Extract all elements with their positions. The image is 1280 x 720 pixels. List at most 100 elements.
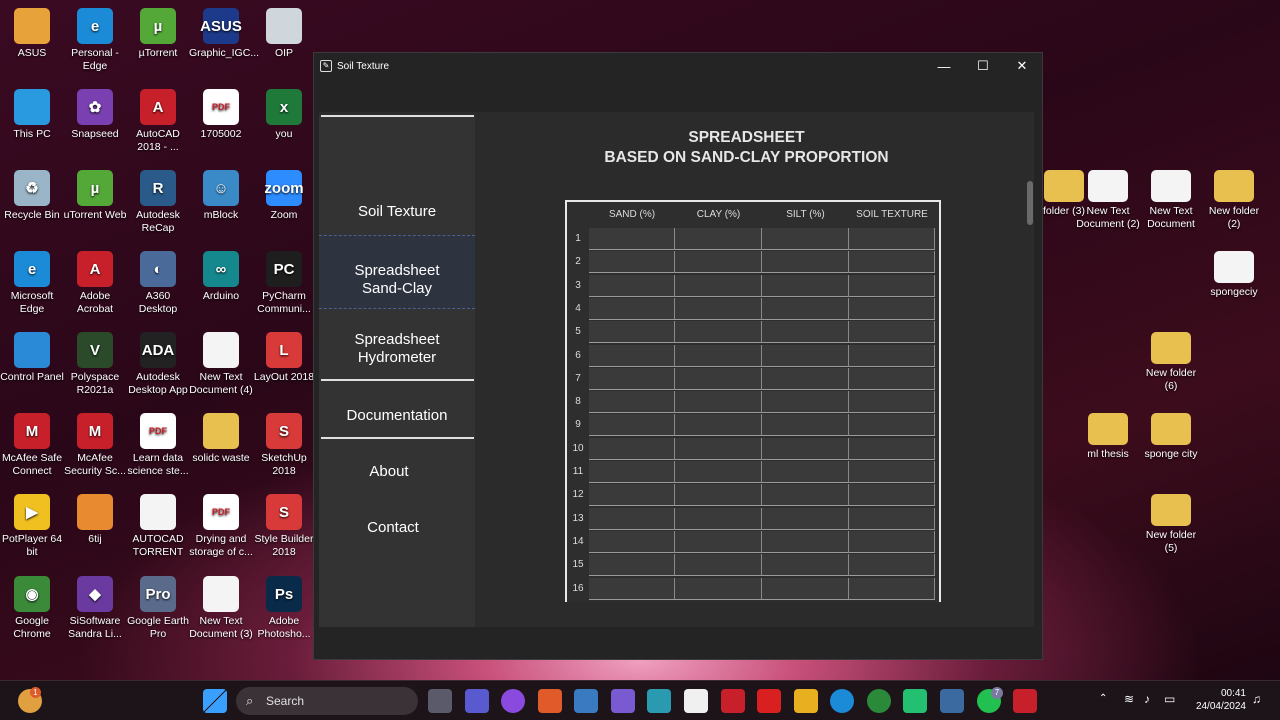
table-cell[interactable] — [589, 274, 675, 297]
desktop-icon[interactable]: 6tij — [63, 494, 127, 546]
file-icon[interactable] — [684, 689, 708, 713]
desktop-icon[interactable]: Pro Google Earth Pro — [126, 576, 190, 641]
table-cell[interactable] — [849, 530, 935, 553]
desktop-icon[interactable]: This PC — [0, 89, 64, 141]
desktop-icon[interactable]: S Style Builder 2018 — [252, 494, 316, 559]
desktop-icon[interactable]: OIP — [252, 8, 316, 60]
desktop-icon[interactable]: Ps Adobe Photosho... — [252, 576, 316, 641]
table-cell[interactable] — [762, 414, 849, 437]
table-cell[interactable] — [589, 251, 675, 274]
desktop-icon[interactable]: New folder (6) — [1139, 332, 1203, 393]
desktop-icon[interactable]: ∞ Arduino — [189, 251, 253, 303]
table-cell[interactable] — [589, 344, 675, 367]
table-cell[interactable] — [589, 228, 675, 250]
table-cell[interactable] — [849, 554, 935, 577]
table-cell[interactable] — [675, 344, 762, 367]
desktop-icon[interactable]: M McAfee Safe Connect — [0, 413, 64, 478]
close-button[interactable]: ✕ — [1003, 53, 1041, 79]
table-cell[interactable] — [589, 554, 675, 577]
table-cell[interactable] — [589, 437, 675, 460]
desktop-icon[interactable]: x you — [252, 89, 316, 141]
desktop-icon[interactable]: S SketchUp 2018 — [252, 413, 316, 478]
desktop-icon[interactable]: ◉ Google Chrome — [0, 576, 64, 641]
desktop-icon[interactable]: ◐ A360 Desktop — [126, 251, 190, 316]
table-cell[interactable] — [589, 321, 675, 344]
table-cell[interactable] — [849, 414, 935, 437]
minimize-button[interactable]: — — [925, 53, 963, 79]
desktop-icon[interactable]: A AutoCAD 2018 - ... — [126, 89, 190, 154]
desktop-icon[interactable]: ml thesis — [1076, 413, 1140, 461]
table-cell[interactable] — [589, 507, 675, 530]
desktop-icon[interactable]: ☺ mBlock — [189, 170, 253, 222]
title-bar[interactable]: ✎ Soil Texture — ☐ ✕ — [314, 53, 1042, 79]
desktop-icon[interactable]: e Personal - Edge — [63, 8, 127, 73]
table-cell[interactable] — [589, 577, 675, 600]
maximize-button[interactable]: ☐ — [964, 53, 1002, 79]
table-cell[interactable] — [762, 251, 849, 274]
pycharm-icon[interactable] — [903, 689, 927, 713]
table-cell[interactable] — [762, 461, 849, 483]
table-cell[interactable] — [762, 297, 849, 320]
table-cell[interactable] — [849, 297, 935, 320]
table-cell[interactable] — [589, 530, 675, 553]
table-cell[interactable] — [762, 554, 849, 577]
search-app-icon[interactable] — [647, 689, 671, 713]
battery-icon[interactable]: ▭ — [1164, 692, 1175, 706]
table-cell[interactable] — [849, 507, 935, 530]
clock[interactable]: 00:41 24/04/2024 — [1196, 687, 1246, 713]
table-cell[interactable] — [589, 414, 675, 437]
table-cell[interactable] — [762, 367, 849, 390]
desktop-icon[interactable]: e Microsoft Edge — [0, 251, 64, 316]
desktop-icon[interactable]: sponge city — [1139, 413, 1203, 461]
desktop-icon[interactable]: New folder (2) — [1202, 170, 1266, 231]
desktop-icon[interactable]: ASUS Graphic_IGC... — [189, 8, 259, 60]
table-cell[interactable] — [675, 391, 762, 414]
table-cell[interactable] — [849, 461, 935, 483]
photos-icon[interactable] — [574, 689, 598, 713]
autocad-icon[interactable] — [721, 689, 745, 713]
table-cell[interactable] — [762, 391, 849, 414]
desktop-icon[interactable]: A Adobe Acrobat — [63, 251, 127, 316]
table-cell[interactable] — [675, 367, 762, 390]
desktop-icon[interactable]: New folder (5) — [1139, 494, 1203, 555]
desktop-icon[interactable]: New Text Document (3) — [189, 576, 253, 641]
table-cell[interactable] — [675, 461, 762, 483]
table-cell[interactable] — [675, 228, 762, 250]
desktop-icon[interactable]: ✿ Snapseed — [63, 89, 127, 141]
notepad-icon[interactable] — [611, 689, 635, 713]
table-cell[interactable] — [762, 484, 849, 507]
table-cell[interactable] — [675, 577, 762, 600]
desktop-icon[interactable]: PC PyCharm Communi... — [252, 251, 316, 316]
search-input[interactable]: ⌕ Search — [236, 687, 418, 715]
table-cell[interactable] — [849, 344, 935, 367]
desktop-icon[interactable]: New Text Document (2) — [1076, 170, 1140, 231]
table-cell[interactable] — [762, 530, 849, 553]
table-cell[interactable] — [849, 391, 935, 414]
table-cell[interactable] — [762, 507, 849, 530]
desktop-icon[interactable]: V Polyspace R2021a — [63, 332, 127, 397]
table-cell[interactable] — [675, 530, 762, 553]
wifi-icon[interactable]: ≋ — [1124, 692, 1134, 706]
mcafee-icon[interactable] — [1013, 689, 1037, 713]
table-cell[interactable] — [589, 391, 675, 414]
volume-icon[interactable]: ♪ — [1144, 692, 1150, 706]
table-cell[interactable] — [675, 414, 762, 437]
start-icon[interactable] — [203, 689, 227, 713]
table-cell[interactable] — [762, 321, 849, 344]
table-cell[interactable] — [675, 321, 762, 344]
table-cell[interactable] — [762, 228, 849, 250]
table-cell[interactable] — [849, 251, 935, 274]
pdf-icon[interactable] — [757, 689, 781, 713]
nav-soil-texture[interactable]: Soil Texture — [319, 203, 475, 221]
table-cell[interactable] — [762, 437, 849, 460]
table-cell[interactable] — [675, 437, 762, 460]
table-cell[interactable] — [675, 297, 762, 320]
desktop-icon[interactable]: New Text Document — [1139, 170, 1203, 231]
table-cell[interactable] — [762, 344, 849, 367]
table-cell[interactable] — [849, 321, 935, 344]
table-cell[interactable] — [762, 274, 849, 297]
desktop-icon[interactable]: zoom Zoom — [252, 170, 316, 222]
nav-spreadsheet-hydrometer[interactable]: Spreadsheet Hydrometer — [319, 331, 475, 367]
powerbi-icon[interactable] — [794, 689, 818, 713]
desktop-icon[interactable]: ♻ Recycle Bin — [0, 170, 64, 222]
